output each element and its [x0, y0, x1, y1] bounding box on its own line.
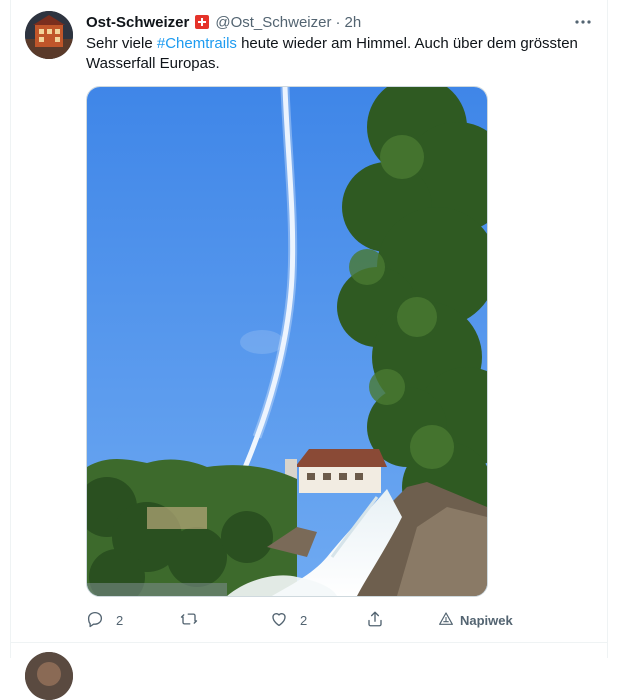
tip-icon	[438, 611, 454, 630]
like-count: 2	[300, 612, 308, 628]
share-button[interactable]	[366, 608, 384, 632]
tweet-photo[interactable]	[86, 86, 488, 597]
retweet-icon	[180, 610, 198, 631]
tweet-text: Sehr viele #Chemtrails heute wieder am H…	[86, 34, 596, 74]
heart-icon	[270, 610, 288, 631]
tweet-timestamp[interactable]: 2h	[344, 14, 361, 31]
tweet-header: Ost-Schweizer @Ost_Schweizer · 2h	[86, 12, 361, 32]
tweet-text-before: Sehr viele	[86, 35, 157, 52]
next-tweet-avatar[interactable]	[25, 652, 73, 700]
avatar[interactable]	[25, 11, 73, 59]
like-button[interactable]: 2	[270, 608, 307, 632]
display-name[interactable]: Ost-Schweizer	[86, 14, 189, 31]
retweet-button[interactable]	[180, 608, 198, 632]
more-icon[interactable]	[572, 14, 594, 30]
swiss-flag-icon	[195, 15, 210, 29]
separator-dot: ·	[335, 13, 341, 31]
share-icon	[366, 610, 384, 631]
user-handle[interactable]: @Ost_Schweizer	[215, 14, 331, 31]
timeline-border-right	[607, 0, 608, 658]
hashtag-link[interactable]: #Chemtrails	[157, 35, 237, 52]
reply-icon	[86, 610, 104, 631]
tip-label: Napiwek	[460, 612, 513, 628]
reply-count: 2	[116, 612, 124, 628]
timeline-border-left	[10, 0, 11, 658]
tip-button[interactable]: Napiwek	[438, 608, 513, 632]
tweet-divider	[10, 642, 608, 643]
reply-button[interactable]: 2	[86, 608, 123, 632]
